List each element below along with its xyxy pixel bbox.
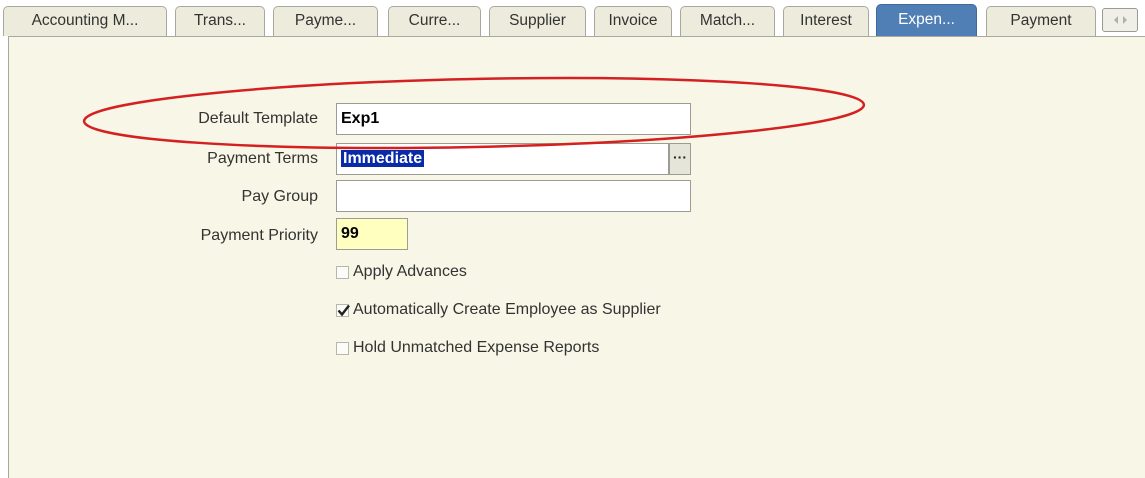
tab-matching[interactable]: Match... xyxy=(680,6,775,36)
payment-priority-field[interactable]: 99 xyxy=(336,218,408,250)
auto-create-supplier-row[interactable]: Automatically Create Employee as Supplie… xyxy=(336,298,661,322)
tab-transactions[interactable]: Trans... xyxy=(175,6,265,36)
tab-accounting-methods[interactable]: Accounting M... xyxy=(3,6,167,36)
hold-unmatched-checkbox[interactable] xyxy=(336,341,349,355)
apply-advances-checkbox[interactable] xyxy=(336,265,349,279)
auto-create-supplier-label: Automatically Create Employee as Supplie… xyxy=(353,301,661,318)
tab-invoice[interactable]: Invoice xyxy=(594,6,672,36)
default-template-field[interactable]: Exp1 xyxy=(336,103,691,135)
tab-payment[interactable]: Payme... xyxy=(273,6,378,36)
auto-create-supplier-checkbox[interactable] xyxy=(336,303,350,317)
apply-advances-row[interactable]: Apply Advances xyxy=(336,260,467,284)
tab-supplier[interactable]: Supplier xyxy=(489,6,586,36)
pay-group-field[interactable] xyxy=(336,180,691,212)
tab-strip: Accounting M... Trans... Payme... Curre.… xyxy=(0,0,1145,36)
checkmark-icon xyxy=(337,304,350,316)
payment-terms-label: Payment Terms xyxy=(207,150,318,167)
tab-payment-2[interactable]: Payment xyxy=(986,6,1096,36)
payment-terms-field[interactable]: Immediate xyxy=(336,143,669,175)
tab-interest[interactable]: Interest xyxy=(783,6,869,36)
hold-unmatched-label: Hold Unmatched Expense Reports xyxy=(353,339,600,356)
hold-unmatched-row[interactable]: Hold Unmatched Expense Reports xyxy=(336,336,599,360)
tab-currency[interactable]: Curre... xyxy=(388,6,481,36)
pay-group-label: Pay Group xyxy=(241,188,318,205)
tab-expense-report[interactable]: Expen... xyxy=(876,4,977,36)
payment-terms-value: Immediate xyxy=(341,150,425,167)
apply-advances-label: Apply Advances xyxy=(353,263,467,280)
default-template-label: Default Template xyxy=(198,110,318,127)
tab-scroll-arrows-icon[interactable] xyxy=(1102,8,1138,32)
payment-priority-label: Payment Priority xyxy=(200,227,318,244)
ellipsis-icon[interactable]: ··· xyxy=(669,143,691,175)
